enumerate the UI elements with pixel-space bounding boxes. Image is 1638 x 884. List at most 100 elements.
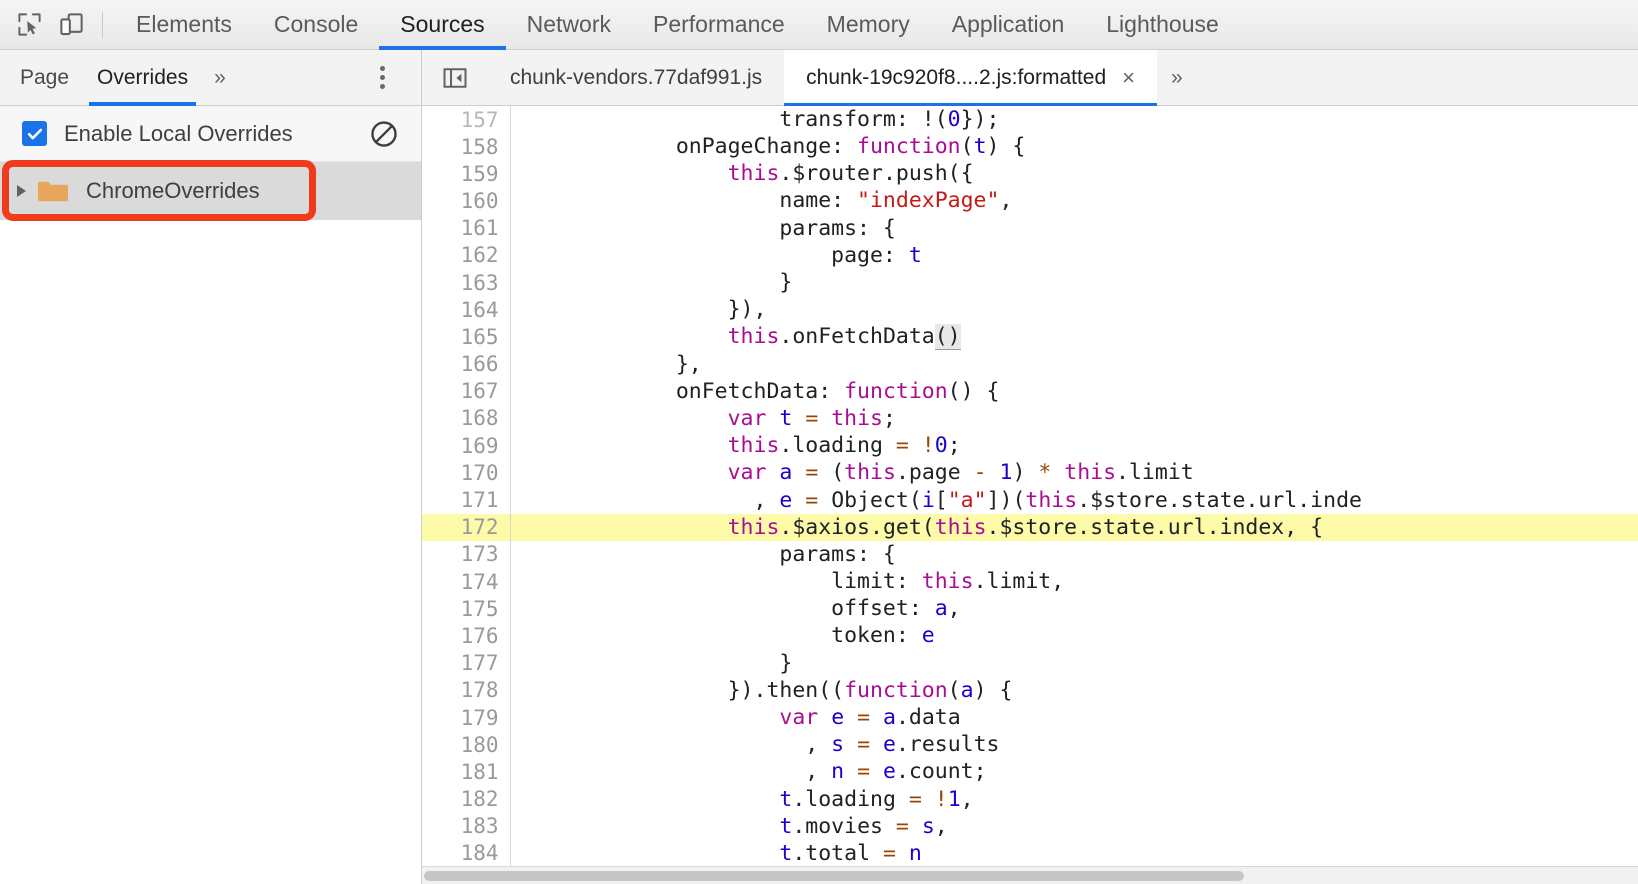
line-source[interactable]: }, [510, 351, 1638, 378]
line-number[interactable]: 179 [422, 703, 511, 732]
line-number[interactable]: 164 [422, 296, 511, 324]
line-number[interactable]: 160 [422, 187, 511, 215]
line-number[interactable]: 158 [422, 133, 511, 161]
tab-application[interactable]: Application [931, 0, 1086, 50]
line-source[interactable]: this.loading = !0; [510, 432, 1638, 459]
tab-performance[interactable]: Performance [632, 0, 806, 50]
editor-tab-chunk-vendors[interactable]: chunk-vendors.77daf991.js [488, 50, 784, 106]
sidebar-tab-overrides[interactable]: Overrides [83, 50, 202, 106]
inspect-element-icon[interactable] [8, 4, 50, 46]
line-number[interactable]: 183 [422, 812, 511, 840]
code-line[interactable]: 180 , s = e.results [422, 731, 1638, 759]
line-number[interactable]: 184 [422, 839, 511, 866]
line-number[interactable]: 177 [422, 649, 511, 677]
clear-configuration-icon[interactable] [369, 119, 399, 149]
tab-sources[interactable]: Sources [379, 0, 507, 50]
enable-local-overrides-checkbox[interactable] [22, 121, 47, 146]
code-line[interactable]: 178 }).then((function(a) { [422, 676, 1638, 704]
line-number[interactable]: 168 [422, 404, 511, 433]
more-options-kebab-icon[interactable] [369, 63, 395, 93]
line-number[interactable]: 167 [422, 377, 511, 405]
line-number[interactable]: 165 [422, 323, 511, 351]
code-line[interactable]: 163 } [422, 268, 1638, 297]
line-source[interactable]: , e = Object(i["a"])(this.$store.state.u… [510, 486, 1638, 513]
line-source[interactable]: this.$axios.get(this.$store.state.url.in… [510, 513, 1638, 541]
line-source[interactable]: token: e [510, 622, 1638, 649]
line-source[interactable]: t.movies = s, [510, 813, 1638, 840]
code-line[interactable]: 171 , e = Object(i["a"])(this.$store.sta… [422, 486, 1638, 514]
line-source[interactable]: transform: !(0}); [510, 106, 1638, 133]
tab-network[interactable]: Network [506, 0, 632, 50]
code-line[interactable]: 166 }, [422, 350, 1638, 378]
code-line[interactable]: 160 name: "indexPage", [422, 187, 1638, 215]
editor-tab-chunk-19c920f8-formatted[interactable]: chunk-19c920f8....2.js:formatted × [784, 49, 1158, 106]
code-line[interactable]: 175 offset: a, [422, 595, 1638, 623]
line-number[interactable]: 171 [422, 486, 511, 514]
horizontal-scrollbar[interactable] [422, 866, 1638, 884]
line-number[interactable]: 175 [422, 595, 511, 623]
scrollbar-thumb[interactable] [424, 871, 1244, 881]
line-number[interactable]: 182 [422, 785, 511, 813]
code-line[interactable]: 172 this.$axios.get(this.$store.state.ur… [422, 513, 1638, 541]
sidebar-item-chrome-overrides[interactable]: ChromeOverrides [0, 162, 421, 220]
line-source[interactable]: params: { [510, 541, 1638, 568]
more-tabs-chevron-icon[interactable]: » [202, 66, 236, 90]
code-line[interactable]: 174 limit: this.limit, [422, 568, 1638, 596]
line-number[interactable]: 178 [422, 676, 511, 704]
line-number[interactable]: 162 [422, 241, 511, 269]
tab-console[interactable]: Console [253, 0, 379, 50]
line-number[interactable]: 181 [422, 758, 511, 786]
line-source[interactable]: this.$router.push({ [510, 160, 1638, 187]
line-source[interactable]: }), [510, 296, 1638, 323]
line-source[interactable]: params: { [510, 215, 1638, 242]
line-number[interactable]: 157 [422, 106, 511, 133]
line-number[interactable]: 176 [422, 622, 511, 650]
code-line[interactable]: 170 var a = (this.page - 1) * this.limit [422, 459, 1638, 487]
line-source[interactable]: t.total = n [510, 840, 1638, 866]
tab-lighthouse[interactable]: Lighthouse [1085, 0, 1240, 50]
line-source[interactable]: , n = e.count; [510, 758, 1638, 785]
line-number[interactable]: 159 [422, 160, 511, 188]
sidebar-tab-page[interactable]: Page [6, 50, 83, 106]
line-source[interactable]: name: "indexPage", [510, 187, 1638, 214]
code-line[interactable]: 177 } [422, 649, 1638, 677]
code-line[interactable]: 164 }), [422, 296, 1638, 324]
code-line[interactable]: 179 var e = a.data [422, 703, 1638, 732]
close-icon[interactable]: × [1122, 66, 1135, 89]
line-number[interactable]: 173 [422, 540, 511, 568]
code-line[interactable]: 158 onPageChange: function(t) { [422, 133, 1638, 161]
line-source[interactable]: offset: a, [510, 595, 1638, 622]
code-line[interactable]: 182 t.loading = !1, [422, 785, 1638, 813]
show-navigator-icon[interactable] [434, 57, 476, 99]
line-source[interactable]: } [510, 269, 1638, 296]
code-line[interactable]: 181 , n = e.count; [422, 758, 1638, 786]
code-line[interactable]: 161 params: { [422, 214, 1638, 242]
tab-elements[interactable]: Elements [115, 0, 253, 50]
line-number[interactable]: 163 [422, 268, 511, 297]
expand-triangle-icon[interactable] [8, 185, 34, 197]
line-source[interactable]: } [510, 650, 1638, 677]
tab-memory[interactable]: Memory [806, 0, 931, 50]
line-source[interactable]: , s = e.results [510, 731, 1638, 758]
code-line[interactable]: 165 this.onFetchData() [422, 323, 1638, 351]
code-line[interactable]: 162 page: t [422, 241, 1638, 269]
code-line[interactable]: 157 transform: !(0}); [422, 106, 1638, 133]
line-number[interactable]: 180 [422, 731, 511, 759]
line-source[interactable]: }).then((function(a) { [510, 677, 1638, 704]
line-source[interactable]: onFetchData: function() { [510, 378, 1638, 405]
line-source[interactable]: var t = this; [510, 405, 1638, 432]
line-source[interactable]: this.onFetchData() [510, 323, 1638, 351]
code-line[interactable]: 167 onFetchData: function() { [422, 377, 1638, 405]
line-source[interactable]: onPageChange: function(t) { [510, 133, 1638, 160]
line-number[interactable]: 170 [422, 459, 511, 487]
code-line[interactable]: 176 token: e [422, 622, 1638, 650]
code-line[interactable]: 183 t.movies = s, [422, 812, 1638, 840]
line-number[interactable]: 166 [422, 350, 511, 378]
code-editor[interactable]: 157 transform: !(0}); 158 onPageChange: f… [422, 106, 1638, 884]
line-source[interactable]: var a = (this.page - 1) * this.limit [510, 459, 1638, 486]
line-source[interactable]: var e = a.data [510, 704, 1638, 731]
line-source[interactable]: page: t [510, 242, 1638, 269]
line-source[interactable]: limit: this.limit, [510, 568, 1638, 595]
line-number[interactable]: 161 [422, 214, 511, 242]
device-toolbar-icon[interactable] [50, 4, 92, 46]
